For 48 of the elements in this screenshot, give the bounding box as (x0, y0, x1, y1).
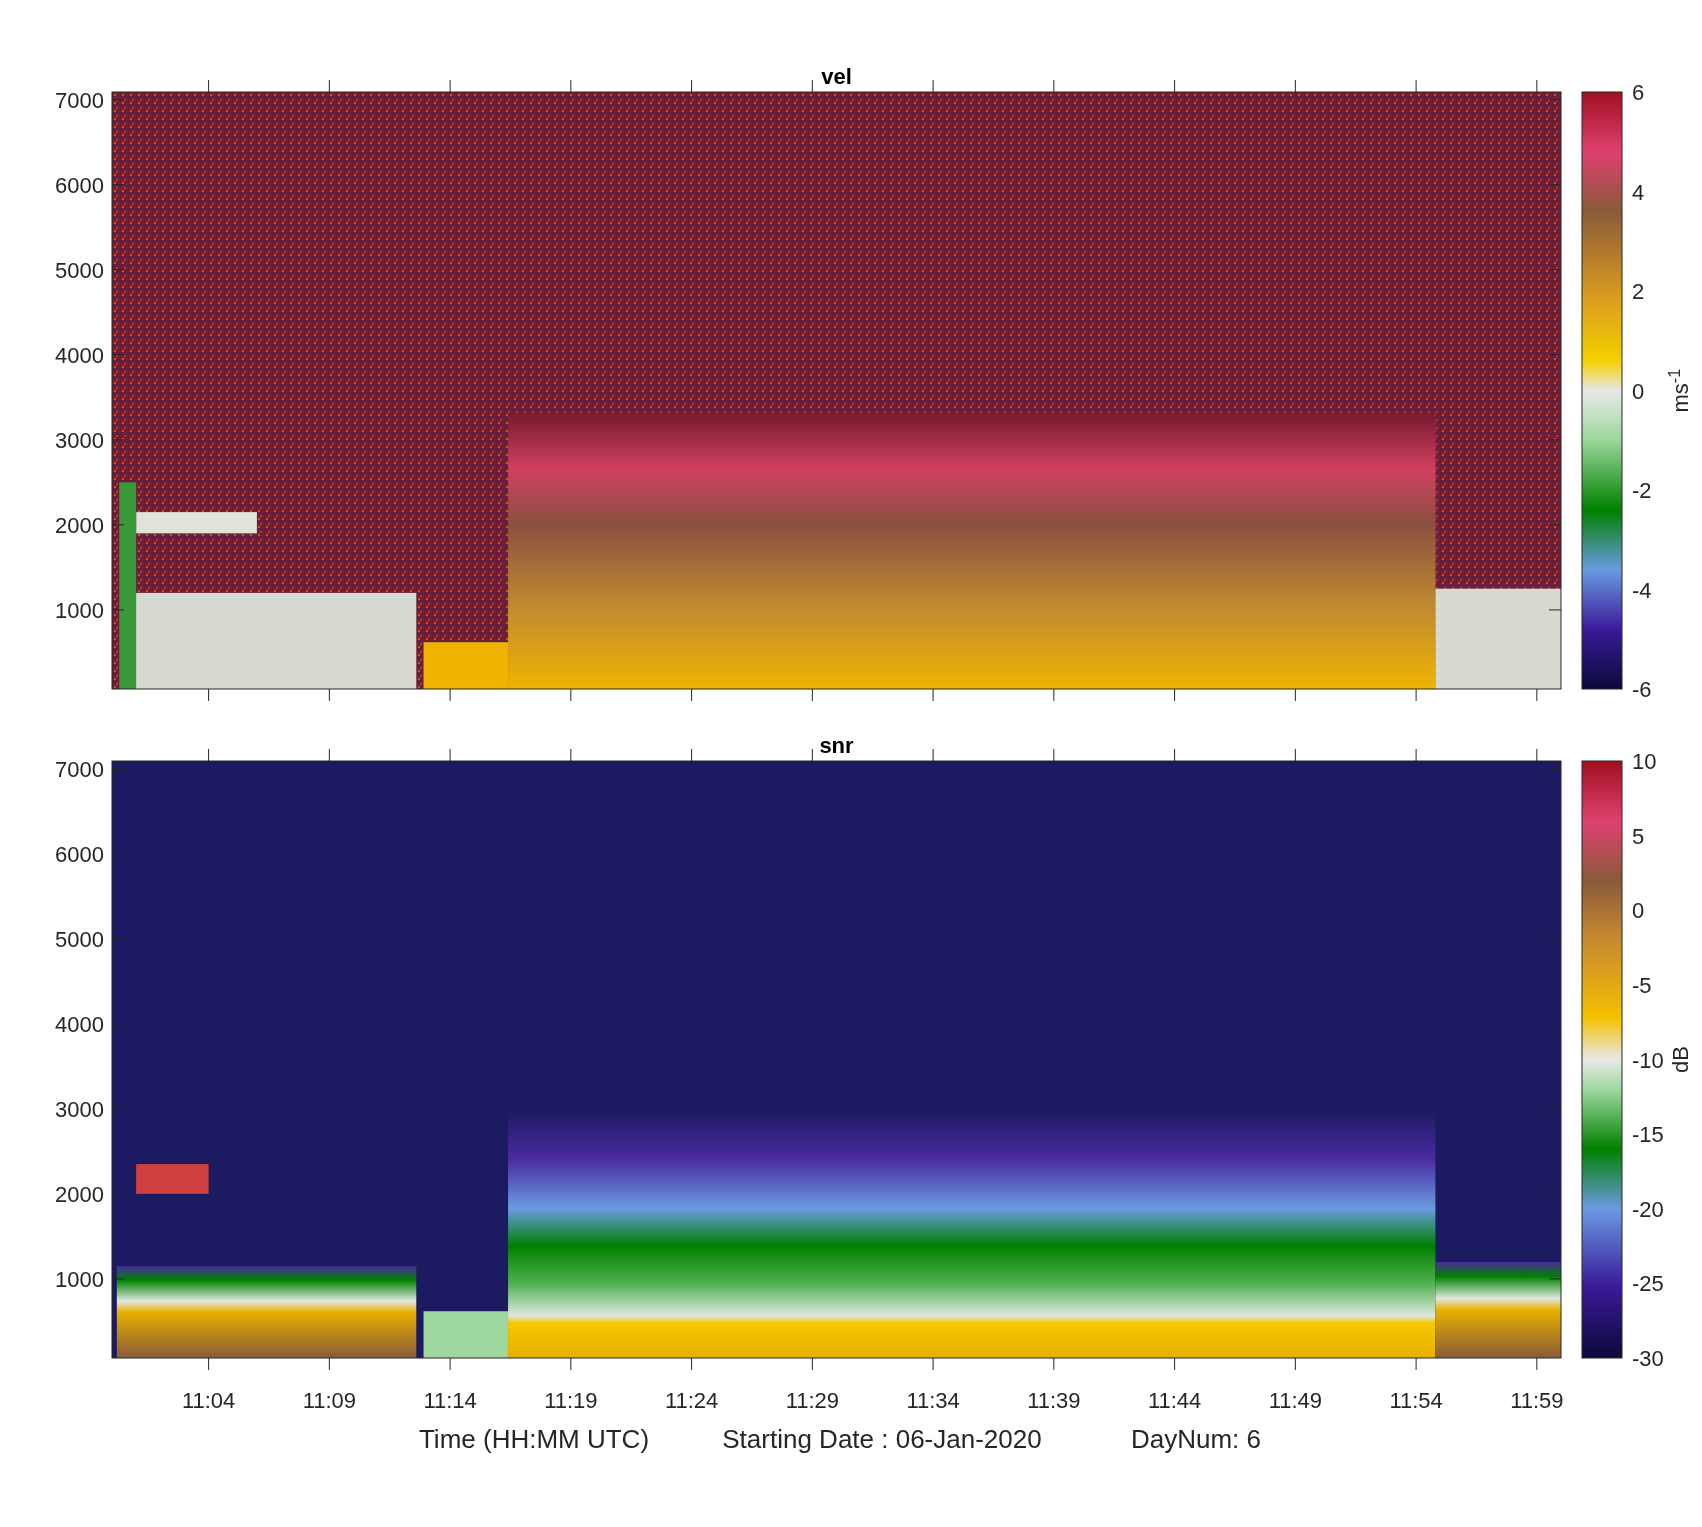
y-tick-label: 5000 (55, 926, 104, 952)
y-tick-label: 4000 (55, 1011, 104, 1037)
y-tick-label: 2000 (55, 1181, 104, 1207)
colorbar-tick-label: -5 (1632, 972, 1652, 998)
y-tick-label: 6000 (55, 172, 104, 198)
x-tick-label: 11:14 (423, 1388, 477, 1413)
y-tick-label: 3000 (55, 427, 104, 453)
x-tick-label: 11:09 (302, 1388, 357, 1413)
y-tick-label: 7000 (55, 756, 104, 782)
x-tick-label: 11:59 (1510, 1388, 1564, 1413)
x-tick-label: 11:54 (1389, 1388, 1443, 1413)
colorbar-tick-label: -2 (1632, 478, 1652, 503)
colorbar-tick-label: 0 (1632, 898, 1645, 924)
x-axis-label: DayNum: 6 (1131, 1424, 1261, 1454)
panel-title: snr (819, 733, 854, 758)
x-tick-label: 11:19 (544, 1388, 598, 1413)
y-tick-label: 4000 (55, 342, 104, 368)
x-tick-label: 11:04 (181, 1388, 236, 1413)
y-tick-label: 2000 (55, 512, 104, 538)
y-tick-label: 5000 (55, 257, 104, 283)
colorbar-tick-label: -15 (1632, 1122, 1664, 1148)
colorbar-tick-label: 4 (1632, 179, 1645, 205)
x-tick-label: 11:29 (785, 1388, 840, 1413)
x-tick-label: 11:44 (1147, 1388, 1202, 1413)
colorbar-tick-label: -4 (1632, 577, 1652, 603)
colorbar-tick-label: -20 (1632, 1196, 1664, 1222)
colorbar-tick-label: 5 (1632, 823, 1645, 849)
y-tick-label: 7000 (55, 87, 104, 113)
y-tick-label: 1000 (55, 597, 104, 623)
colorbar-tick-label: 2 (1632, 279, 1645, 304)
colorbar-tick-label: -25 (1632, 1271, 1664, 1297)
x-axis-label: Time (HH:MM UTC) (418, 1424, 650, 1454)
colorbar-tick-label: 6 (1632, 80, 1645, 105)
colorbar-tick-label: 0 (1632, 378, 1645, 404)
x-tick-label: 11:34 (906, 1388, 960, 1413)
y-tick-label: 1000 (55, 1266, 104, 1292)
colorbar-label: dB (1666, 1046, 1694, 1073)
y-tick-label: 6000 (55, 841, 104, 867)
x-tick-label: 11:24 (664, 1388, 719, 1413)
colorbar-tick-label: -30 (1632, 1346, 1664, 1371)
x-axis-label: Starting Date : 06-Jan-2020 (722, 1424, 1042, 1454)
x-tick-label: 11:49 (1268, 1388, 1323, 1413)
y-tick-label: 3000 (55, 1096, 104, 1122)
colorbar-tick-label: -6 (1632, 677, 1652, 702)
x-tick-label: 11:39 (1027, 1388, 1081, 1413)
colorbar-tick-label: -10 (1632, 1047, 1664, 1073)
panel-title: vel (821, 64, 852, 89)
colorbar-tick-label: 10 (1632, 749, 1657, 774)
